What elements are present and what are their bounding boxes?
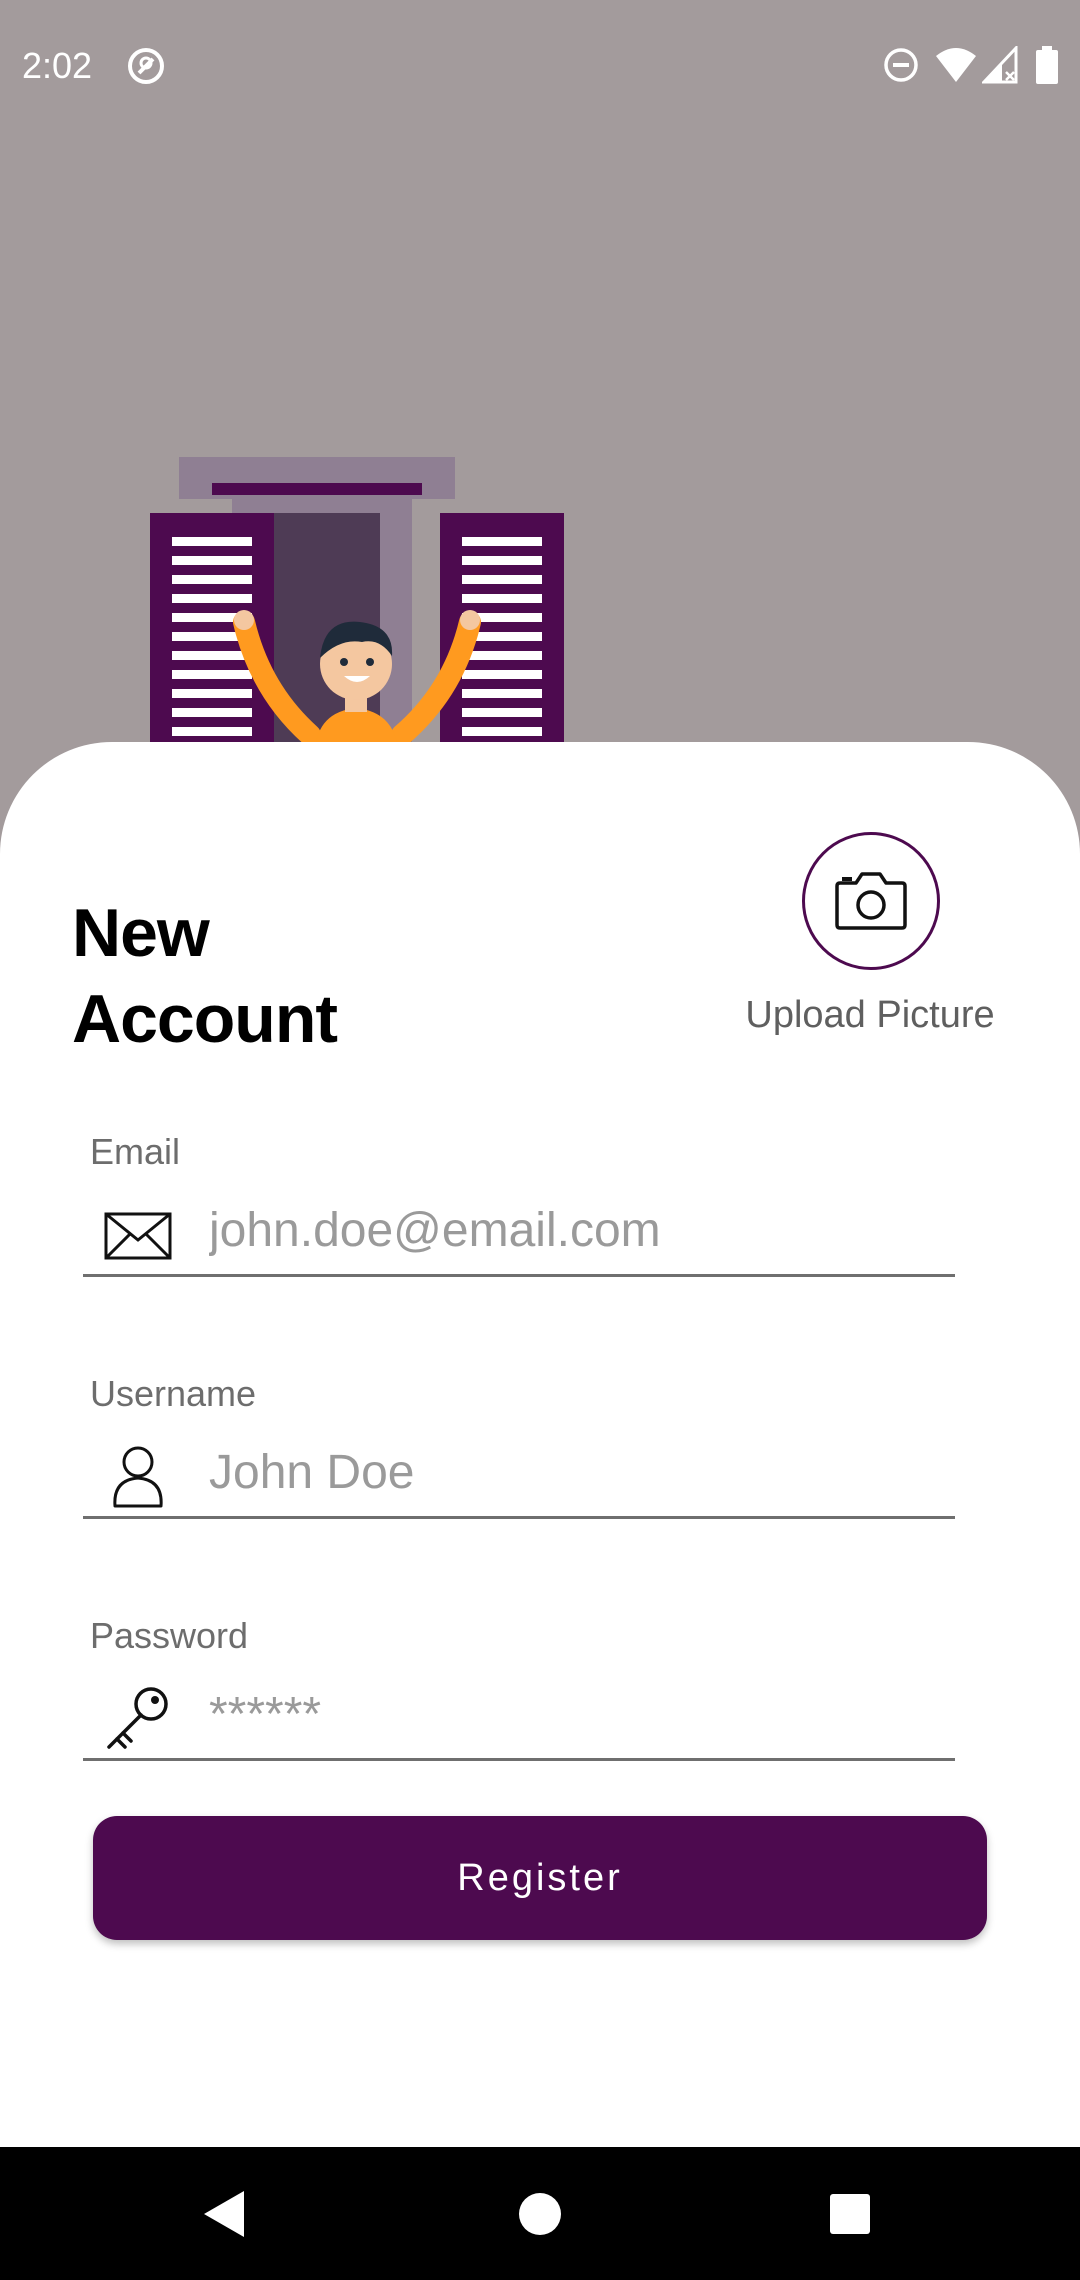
upload-picture-label: Upload Picture — [745, 994, 995, 1036]
email-input[interactable] — [209, 1196, 939, 1264]
home-button[interactable] — [495, 2169, 585, 2259]
back-button[interactable] — [180, 2169, 270, 2259]
back-icon — [180, 2191, 270, 2262]
do-not-disturb-icon — [882, 46, 920, 89]
password-field-row — [83, 1674, 955, 1761]
page-title: New Account — [72, 890, 492, 1062]
page-title-line2: Account — [72, 981, 338, 1057]
recents-icon — [805, 2194, 895, 2262]
upload-picture-button[interactable] — [802, 832, 940, 970]
wifi-icon — [936, 46, 976, 89]
battery-icon — [1036, 46, 1058, 89]
username-field-row — [83, 1432, 955, 1519]
recents-button[interactable] — [805, 2169, 895, 2259]
key-icon — [103, 1684, 173, 1754]
vpn-key-icon — [126, 46, 166, 91]
envelope-icon — [103, 1200, 173, 1270]
status-time: 2:02 — [22, 45, 93, 86]
username-input[interactable] — [209, 1438, 939, 1506]
register-button[interactable]: Register — [93, 1816, 987, 1940]
registration-sheet: New Account Upload Picture Email john.do… — [0, 742, 1080, 2147]
cell-signal-icon — [980, 44, 1018, 89]
home-icon — [495, 2193, 585, 2262]
email-label: Email — [90, 1131, 181, 1172]
password-input[interactable] — [209, 1680, 939, 1748]
person-at-window-illustration — [140, 450, 580, 750]
username-label: Username — [90, 1373, 257, 1414]
password-label: Password — [90, 1615, 249, 1656]
email-field-row — [83, 1190, 955, 1277]
camera-icon — [834, 869, 908, 934]
page-title-line1: New — [72, 895, 210, 971]
upload-picture: Upload Picture — [720, 832, 1020, 1072]
navigation-bar — [0, 2147, 1080, 2280]
person-icon — [103, 1442, 173, 1512]
status-bar: 2:02 — [0, 0, 1080, 134]
